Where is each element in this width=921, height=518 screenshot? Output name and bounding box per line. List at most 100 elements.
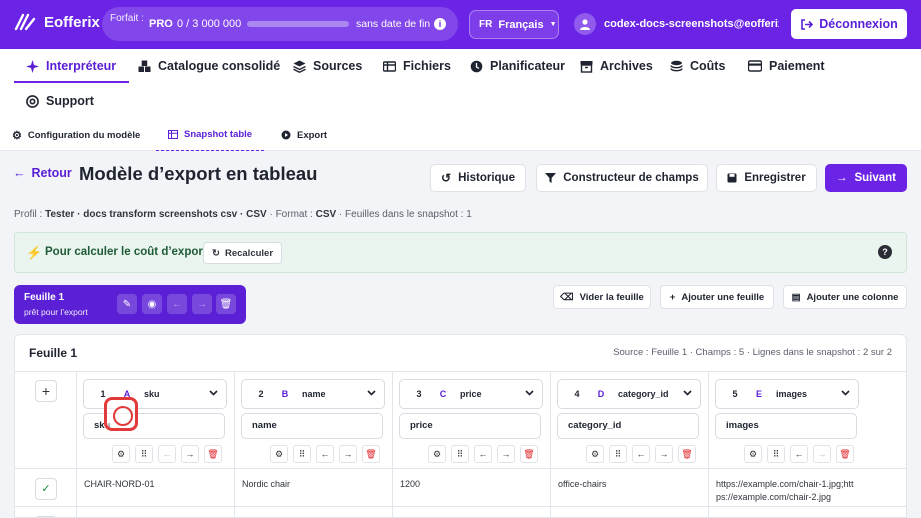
nav-archives[interactable]: Archives bbox=[580, 49, 653, 83]
column-header[interactable]: 3 Cprice bbox=[399, 379, 543, 409]
column-number: 5 bbox=[732, 389, 738, 399]
column-tools: ⚙ ⠿ ← → 🗑 bbox=[112, 445, 222, 463]
trash-icon[interactable]: 🗑 bbox=[520, 445, 538, 463]
column-number: 2 bbox=[258, 389, 264, 399]
play-icon bbox=[281, 130, 291, 140]
chevron-down-icon[interactable] bbox=[841, 388, 850, 398]
gear-icon[interactable]: ⚙ bbox=[744, 445, 762, 463]
nav-label: Sources bbox=[313, 59, 363, 73]
gear-icon[interactable]: ⚙ bbox=[586, 445, 604, 463]
back-link[interactable]: ← Retour bbox=[13, 166, 72, 180]
table-title: Feuille 1 bbox=[29, 346, 78, 360]
history-button[interactable]: ↺ Historique bbox=[430, 164, 526, 192]
user-menu[interactable]: codex-docs-screenshots@eofferix bbox=[574, 13, 779, 35]
add-column-button[interactable]: ▤ Ajouter une colonne bbox=[783, 285, 907, 309]
drag-handle-icon[interactable]: ⠿ bbox=[451, 445, 469, 463]
nav-support[interactable]: Support bbox=[26, 84, 94, 118]
trash-icon[interactable]: 🗑 bbox=[836, 445, 854, 463]
drag-handle-icon[interactable]: ⠿ bbox=[135, 445, 153, 463]
chevron-down-icon[interactable] bbox=[683, 388, 692, 398]
logout-button[interactable]: Déconnexion bbox=[791, 9, 907, 39]
plan-name: PRO bbox=[149, 18, 173, 30]
chevron-down-icon[interactable] bbox=[209, 388, 218, 398]
column-header[interactable]: 4 Dcategory_id bbox=[557, 379, 701, 409]
arrow-right-icon[interactable]: → bbox=[655, 445, 673, 463]
arrow-right-icon[interactable]: → bbox=[192, 294, 212, 314]
next-label: Suivant bbox=[854, 172, 897, 184]
save-button[interactable]: Enregistrer bbox=[716, 164, 817, 192]
add-sheet-button[interactable]: + Ajouter une feuille bbox=[660, 285, 774, 309]
eye-icon[interactable]: ◉ bbox=[142, 294, 162, 314]
gear-icon[interactable]: ⚙ bbox=[112, 445, 130, 463]
arrow-right-icon[interactable]: → bbox=[813, 445, 831, 463]
column-letter: B bbox=[281, 389, 289, 399]
nav-paiement[interactable]: Paiement bbox=[748, 49, 825, 83]
save-label: Enregistrer bbox=[744, 172, 806, 184]
add-column-plus-button[interactable]: + bbox=[35, 380, 57, 402]
trash-icon[interactable]: 🗑 bbox=[216, 294, 236, 314]
column-number: 4 bbox=[574, 389, 580, 399]
language-name: Français bbox=[498, 18, 544, 31]
nav-sources[interactable]: Sources bbox=[293, 49, 362, 83]
edit-icon[interactable]: ✎ bbox=[117, 294, 137, 314]
column-source-input[interactable]: price bbox=[399, 413, 541, 439]
arrow-right-icon[interactable]: → bbox=[181, 445, 199, 463]
sub-nav: ⚙ Configuration du modèle Snapshot table… bbox=[0, 119, 921, 151]
language-select[interactable]: FR Français ▼ bbox=[469, 10, 559, 39]
nav-interpreteur[interactable]: Interpréteur bbox=[13, 49, 130, 83]
nav-couts[interactable]: Coûts bbox=[670, 49, 725, 83]
history-icon: ↺ bbox=[441, 171, 452, 185]
column-source-input[interactable]: name bbox=[241, 413, 383, 439]
help-icon[interactable]: ? bbox=[878, 245, 892, 259]
logout-icon bbox=[801, 18, 814, 30]
brand-logo[interactable]: Eofferix bbox=[14, 13, 100, 31]
trash-icon[interactable]: 🗑 bbox=[362, 445, 380, 463]
arrow-left-icon[interactable]: ← bbox=[167, 294, 187, 314]
save-icon bbox=[727, 173, 737, 183]
tab-snapshot-table[interactable]: Snapshot table bbox=[156, 119, 265, 151]
row-divider bbox=[15, 506, 906, 507]
nav-fichiers[interactable]: Fichiers bbox=[383, 49, 451, 83]
nav-planificateur[interactable]: Planificateur bbox=[470, 49, 565, 83]
arrow-right-icon[interactable]: → bbox=[339, 445, 357, 463]
tab-configuration-du-modele[interactable]: ⚙ Configuration du modèle bbox=[12, 119, 140, 151]
column-header[interactable]: 2 Bname bbox=[241, 379, 385, 409]
nav-catalogue-consolide[interactable]: Catalogue consolidé bbox=[138, 49, 280, 83]
column-field-name: sku bbox=[144, 389, 160, 399]
cost-banner: ⚡ Pour calculer le coût d’export ↻ Recal… bbox=[14, 232, 907, 273]
arrow-left-icon[interactable]: ← bbox=[790, 445, 808, 463]
user-email: codex-docs-screenshots@eofferix bbox=[604, 18, 779, 30]
tab-export[interactable]: Export bbox=[281, 119, 327, 151]
drag-handle-icon[interactable]: ⠿ bbox=[609, 445, 627, 463]
arrow-left-icon[interactable]: ← bbox=[632, 445, 650, 463]
row-check-icon[interactable]: ✓ bbox=[35, 478, 57, 500]
next-button[interactable]: → Suivant bbox=[825, 164, 907, 192]
trash-icon[interactable]: 🗑 bbox=[678, 445, 696, 463]
column-field-name: images bbox=[776, 389, 808, 399]
arrow-left-icon[interactable]: ← bbox=[158, 445, 176, 463]
gear-icon[interactable]: ⚙ bbox=[428, 445, 446, 463]
column-source-input[interactable]: category_id bbox=[557, 413, 699, 439]
field-builder-button[interactable]: Constructeur de champs bbox=[536, 164, 708, 192]
column-source-input[interactable]: images bbox=[715, 413, 857, 439]
chevron-down-icon[interactable] bbox=[525, 388, 534, 398]
trash-icon[interactable]: 🗑 bbox=[204, 445, 222, 463]
drag-handle-icon[interactable]: ⠿ bbox=[767, 445, 785, 463]
add-sheet-label: Ajouter une feuille bbox=[681, 291, 765, 303]
clear-sheet-button[interactable]: ⌫ Vider la feuille bbox=[553, 285, 651, 309]
chevron-down-icon[interactable] bbox=[367, 388, 376, 398]
arrow-right-icon[interactable]: → bbox=[497, 445, 515, 463]
arrow-left-icon[interactable]: ← bbox=[474, 445, 492, 463]
column-header[interactable]: 5 Eimages bbox=[715, 379, 859, 409]
column-icon: ▤ bbox=[791, 291, 801, 303]
info-icon[interactable]: i bbox=[434, 18, 446, 30]
table-source-info: Source : Feuille 1 · Champs : 5 · Lignes… bbox=[613, 347, 892, 358]
arrow-left-icon[interactable]: ← bbox=[316, 445, 334, 463]
sheet-table-panel: Feuille 1 Source : Feuille 1 · Champs : … bbox=[14, 334, 907, 518]
recalculate-button[interactable]: ↻ Recalculer bbox=[203, 242, 283, 264]
column-letter: C bbox=[439, 389, 447, 399]
sheet-card[interactable]: Feuille 1 prêt pour l’export ✎ ◉ ← → 🗑 bbox=[14, 285, 246, 324]
gear-icon[interactable]: ⚙ bbox=[270, 445, 288, 463]
drag-handle-icon[interactable]: ⠿ bbox=[293, 445, 311, 463]
table-cell: office-chairs bbox=[558, 479, 607, 489]
